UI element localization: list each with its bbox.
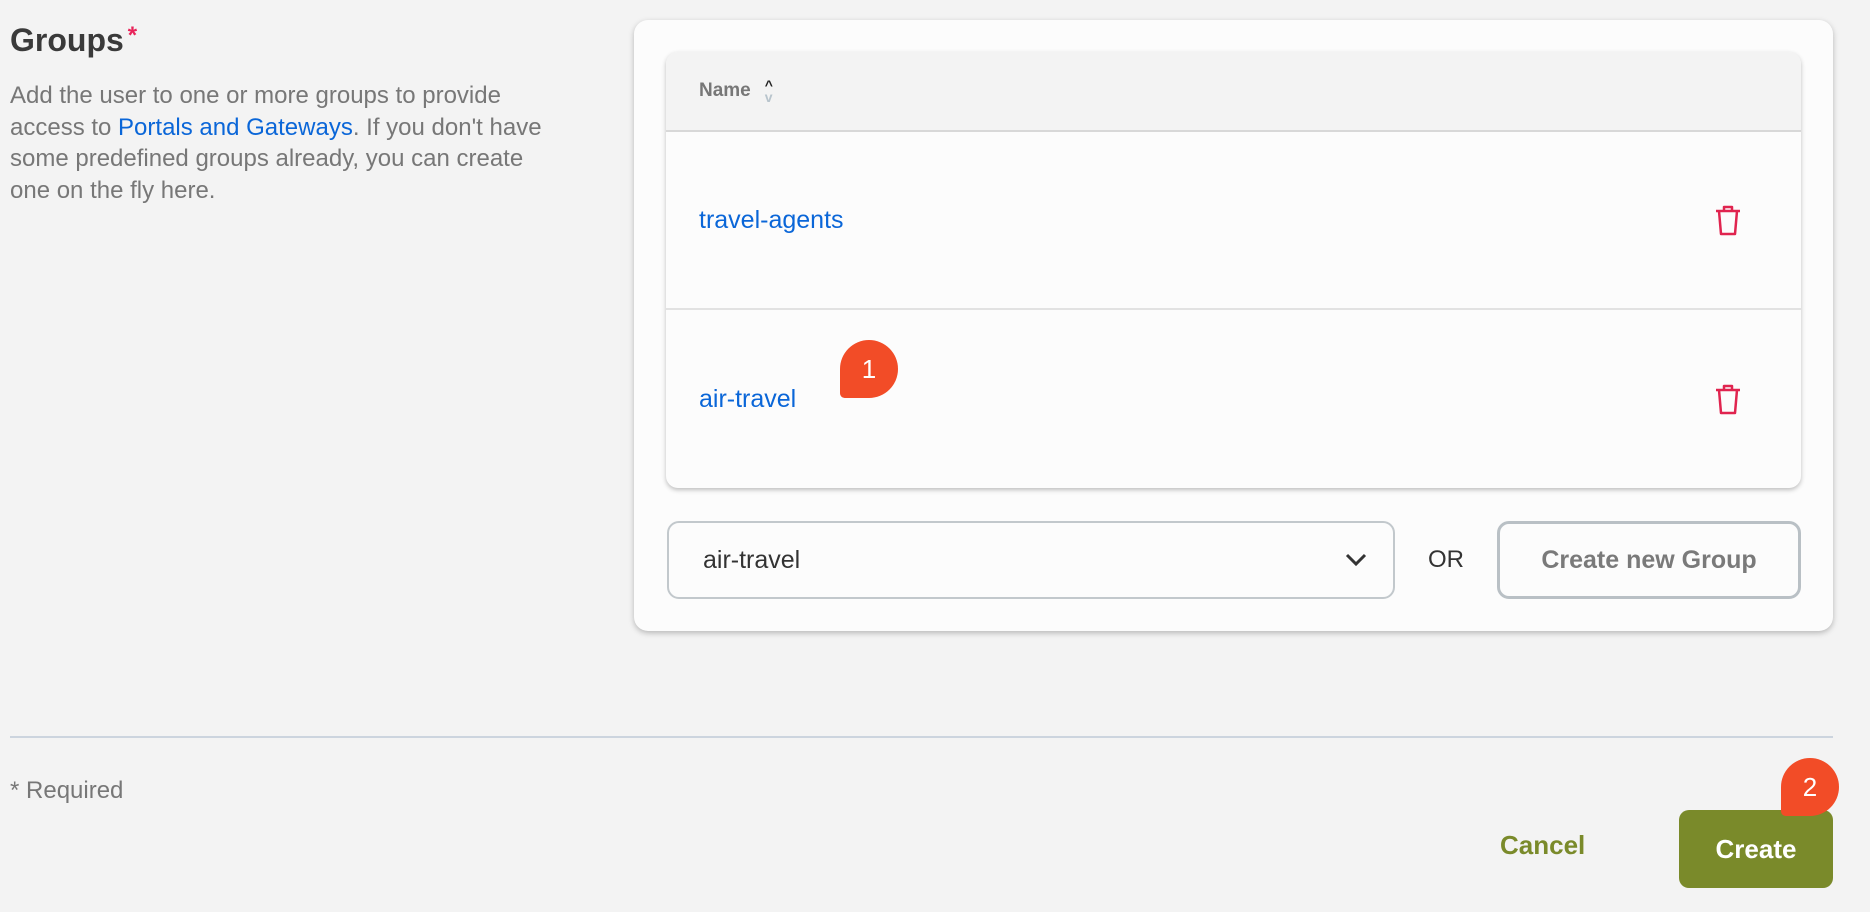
group-select[interactable]: air-travel: [667, 521, 1395, 599]
step-badge: 2: [1781, 758, 1839, 816]
step-badge: 1: [840, 340, 898, 398]
group-link[interactable]: air-travel: [699, 385, 796, 414]
portals-gateways-link[interactable]: Portals and Gateways: [118, 114, 353, 141]
section-description: Add the user to one or more groups to pr…: [10, 80, 550, 206]
or-label: OR: [1428, 546, 1464, 573]
divider: [10, 736, 1833, 738]
table-row: travel-agents: [666, 132, 1801, 310]
group-link[interactable]: travel-agents: [699, 206, 844, 235]
group-select-value: air-travel: [703, 545, 801, 574]
trash-icon[interactable]: [1713, 382, 1743, 416]
table-header: Name ^ v: [666, 52, 1801, 132]
groups-table: Name ^ v travel-agents air-travel: [666, 52, 1801, 488]
groups-card: Name ^ v travel-agents air-travel air-tra…: [634, 20, 1833, 631]
section-title: Groups *: [10, 22, 137, 59]
chevron-down-icon: [1345, 553, 1367, 567]
table-row: air-travel: [666, 310, 1801, 488]
required-note: * Required: [10, 777, 124, 804]
required-asterisk: *: [127, 22, 138, 49]
sort-icon[interactable]: ^ v: [765, 78, 773, 104]
trash-icon[interactable]: [1713, 203, 1743, 237]
cancel-button[interactable]: Cancel: [1500, 830, 1585, 861]
create-button[interactable]: Create: [1679, 810, 1833, 888]
column-header-name[interactable]: Name: [699, 80, 751, 102]
create-new-group-button[interactable]: Create new Group: [1497, 521, 1801, 599]
groups-heading: Groups: [10, 22, 124, 58]
